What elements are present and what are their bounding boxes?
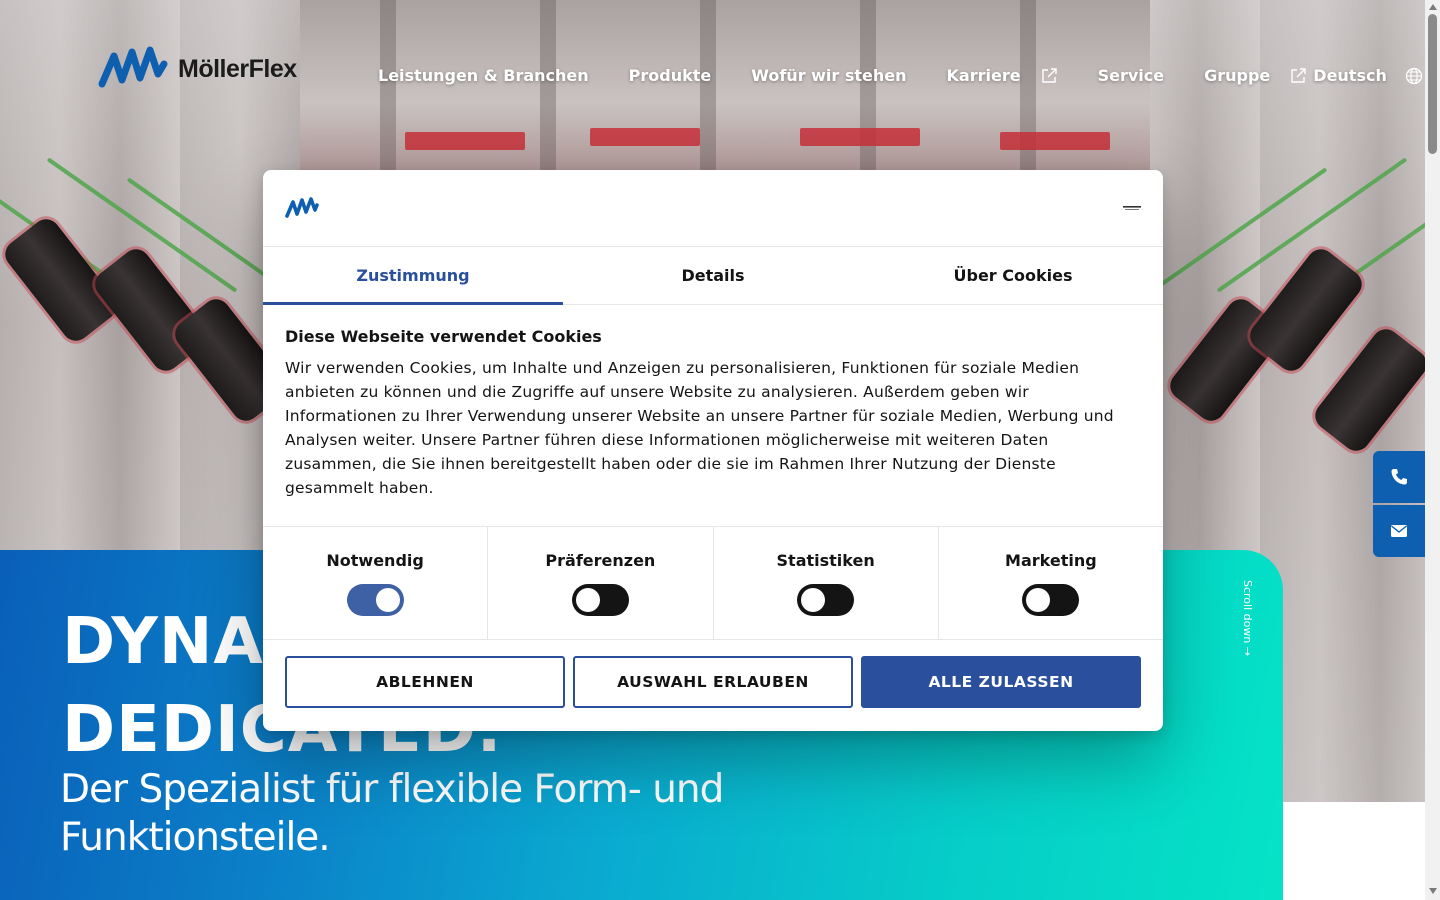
category-marketing: Marketing xyxy=(939,527,1163,639)
category-notwendig: Notwendig xyxy=(263,527,489,639)
scroll-up-arrow-icon[interactable] xyxy=(1429,4,1437,10)
mail-button[interactable] xyxy=(1373,505,1425,557)
category-label: Präferenzen xyxy=(545,551,656,570)
language-label: Deutsch xyxy=(1313,66,1387,85)
mail-icon xyxy=(1391,525,1407,537)
toggle-marketing[interactable] xyxy=(1022,584,1080,616)
toggle-knob xyxy=(575,588,600,612)
brand-name: MöllerFlex xyxy=(178,54,297,83)
main-navigation: Leistungen & Branchen Produkte Wofür wir… xyxy=(378,66,1423,85)
category-label: Marketing xyxy=(1005,551,1097,570)
toggle-knob xyxy=(375,588,400,612)
tab-details[interactable]: Details xyxy=(563,247,863,304)
cookiebot-logo-icon[interactable] xyxy=(1123,203,1141,213)
external-link-icon xyxy=(1291,68,1306,83)
tab-zustimmung[interactable]: Zustimmung xyxy=(263,247,563,305)
toggle-statistiken[interactable] xyxy=(797,584,855,616)
hero-subline: Der Spezialist für flexible Form- und Fu… xyxy=(60,767,724,860)
brand-logo[interactable]: MöllerFlex xyxy=(98,46,297,92)
toggle-knob xyxy=(1026,588,1051,612)
nav-item-karriere-label: Karriere xyxy=(946,66,1021,85)
site-header: MöllerFlex Leistungen & Branchen Produkt… xyxy=(0,0,1425,150)
nav-item-wofuer-wir-stehen[interactable]: Wofür wir stehen xyxy=(751,66,906,85)
nav-item-gruppe[interactable]: Gruppe xyxy=(1204,66,1270,85)
category-praeferenzen: Präferenzen xyxy=(488,527,714,639)
external-link-icon xyxy=(1041,68,1057,83)
scroll-down-arrow-icon[interactable] xyxy=(1429,888,1437,894)
decline-button[interactable]: ABLEHNEN xyxy=(285,656,565,708)
tab-ueber-cookies[interactable]: Über Cookies xyxy=(863,247,1163,304)
dialog-body: Diese Webseite verwendet Cookies Wir ver… xyxy=(263,305,1163,526)
nav-item-leistungen[interactable]: Leistungen & Branchen xyxy=(378,66,589,85)
phone-icon xyxy=(1391,469,1407,485)
scrollbar-thumb[interactable] xyxy=(1428,14,1437,154)
dialog-tabs: Zustimmung Details Über Cookies xyxy=(263,247,1163,305)
toggle-praeferenzen[interactable] xyxy=(571,584,629,616)
language-selector[interactable]: Deutsch xyxy=(1290,66,1423,85)
toggle-notwendig[interactable] xyxy=(346,584,404,616)
nav-item-produkte[interactable]: Produkte xyxy=(629,66,712,85)
dialog-title: Diese Webseite verwendet Cookies xyxy=(285,327,602,346)
cookie-categories: Notwendig Präferenzen Statistiken Market… xyxy=(263,526,1163,640)
nav-item-service[interactable]: Service xyxy=(1098,66,1165,85)
dialog-actions: ABLEHNEN AUSWAHL ERLAUBEN ALLE ZULASSEN xyxy=(263,640,1163,724)
dialog-description: Wir verwenden Cookies, um Inhalte und An… xyxy=(285,359,1114,497)
page-scrollbar[interactable] xyxy=(1425,0,1440,900)
brand-logo-icon xyxy=(285,197,319,218)
logo-mark-icon xyxy=(98,46,168,88)
cookie-consent-dialog: Zustimmung Details Über Cookies Diese We… xyxy=(263,170,1163,731)
nav-item-karriere-link[interactable]: Karriere xyxy=(947,66,1058,85)
dialog-header xyxy=(263,170,1163,247)
allow-selection-button[interactable]: AUSWAHL ERLAUBEN xyxy=(573,656,853,708)
category-statistiken: Statistiken xyxy=(714,527,939,639)
allow-all-button[interactable]: ALLE ZULASSEN xyxy=(861,656,1141,708)
toggle-knob xyxy=(801,588,826,612)
scroll-down-hint[interactable]: Scroll down → xyxy=(1240,580,1254,660)
category-label: Statistiken xyxy=(776,551,875,570)
category-label: Notwendig xyxy=(326,551,424,570)
phone-button[interactable] xyxy=(1373,451,1425,503)
globe-icon xyxy=(1405,67,1423,84)
machine-detail xyxy=(1309,323,1425,457)
page-background xyxy=(1283,802,1425,900)
